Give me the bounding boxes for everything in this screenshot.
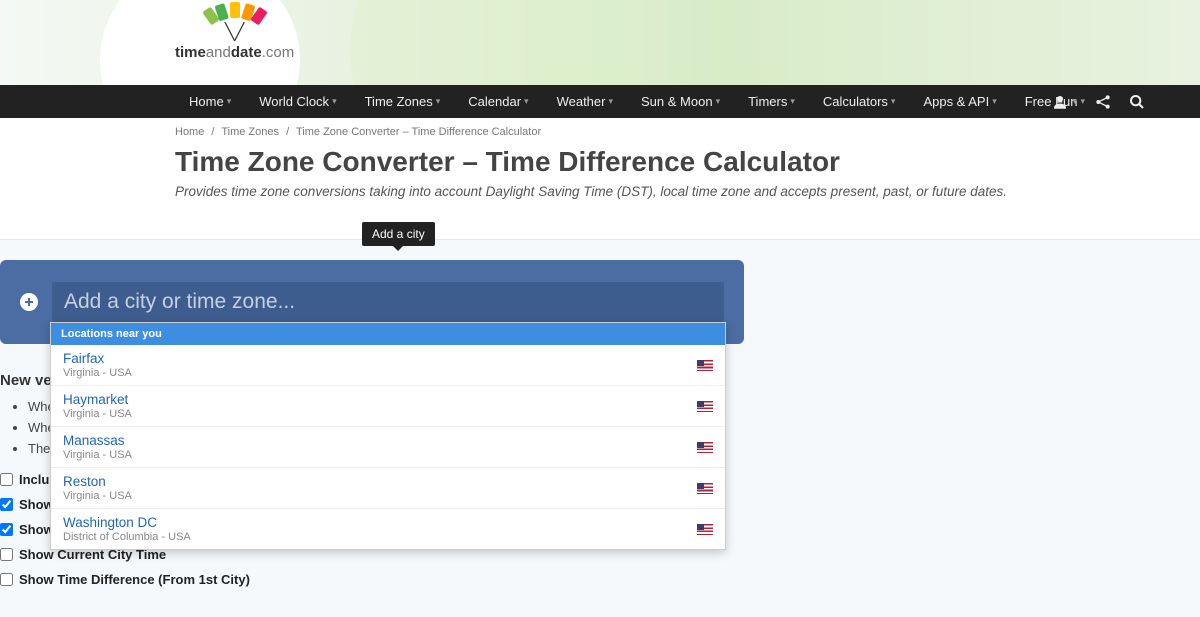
logo-clock-icon: ╲╱ xyxy=(175,22,294,42)
share-icon[interactable] xyxy=(1095,94,1111,110)
nav-home[interactable]: Home▾ xyxy=(175,85,245,118)
checkbox-show2[interactable] xyxy=(0,523,13,536)
location-dropdown: Locations near you Fairfax Virginia - US… xyxy=(50,322,726,550)
dropdown-item[interactable]: Haymarket Virginia - USA xyxy=(51,386,725,427)
chevron-down-icon: ▾ xyxy=(332,96,337,107)
nav-time-zones[interactable]: Time Zones▾ xyxy=(351,85,455,118)
nav-sun-moon[interactable]: Sun & Moon▾ xyxy=(627,85,734,118)
add-city-button[interactable] xyxy=(20,293,38,311)
chevron-down-icon: ▾ xyxy=(992,96,997,107)
chevron-down-icon: ▾ xyxy=(608,96,613,107)
flag-usa-icon xyxy=(697,524,713,535)
chevron-down-icon: ▾ xyxy=(891,96,896,107)
dropdown-city: Reston xyxy=(63,474,132,489)
checkbox-time-difference[interactable] xyxy=(0,573,13,586)
dropdown-item[interactable]: Washington DC District of Columbia - USA xyxy=(51,509,725,549)
dropdown-city: Fairfax xyxy=(63,351,132,366)
chevron-down-icon: ▾ xyxy=(1072,96,1077,107)
converter-panel: Locations near you Fairfax Virginia - US… xyxy=(0,260,744,344)
search-icon[interactable] xyxy=(1129,94,1145,110)
chevron-down-icon: ▾ xyxy=(790,96,795,107)
logo-text: timeanddate.com xyxy=(175,44,294,61)
chevron-down-icon: ▾ xyxy=(227,96,232,107)
checkbox-current-city-time[interactable] xyxy=(0,548,13,561)
dropdown-item[interactable]: Fairfax Virginia - USA xyxy=(51,345,725,386)
add-city-tooltip: Add a city xyxy=(362,222,435,246)
checkbox-label[interactable]: Inclu xyxy=(19,472,49,487)
checkbox-include[interactable] xyxy=(0,473,13,486)
nav-calculators[interactable]: Calculators▾ xyxy=(809,85,910,118)
nav-timers[interactable]: Timers▾ xyxy=(734,85,809,118)
nav-world-clock[interactable]: World Clock▾ xyxy=(245,85,350,118)
checkbox-label[interactable]: Show Time Difference (From 1st City) xyxy=(19,572,250,587)
flag-usa-icon xyxy=(697,401,713,412)
flag-usa-icon xyxy=(697,360,713,371)
checkbox-show1[interactable] xyxy=(0,498,13,511)
flag-usa-icon xyxy=(697,483,713,494)
dropdown-region: Virginia - USA xyxy=(63,490,132,502)
nav-calendar[interactable]: Calendar▾ xyxy=(454,85,542,118)
header-banner: ╲╱ timeanddate.com xyxy=(0,0,1200,85)
dropdown-region: Virginia - USA xyxy=(63,367,132,379)
main-nav: Home▾ World Clock▾ Time Zones▾ Calendar▾… xyxy=(0,85,1200,118)
site-logo[interactable]: ╲╱ timeanddate.com xyxy=(175,8,294,61)
dropdown-region: Virginia - USA xyxy=(63,449,132,461)
checkbox-label[interactable]: Show xyxy=(19,522,54,537)
breadcrumb-home[interactable]: Home xyxy=(175,126,204,138)
page-subtitle: Provides time zone conversions taking in… xyxy=(175,184,1025,199)
nav-weather[interactable]: Weather▾ xyxy=(543,85,627,118)
dropdown-city: Manassas xyxy=(63,433,132,448)
dropdown-region: Virginia - USA xyxy=(63,408,132,420)
account-icon[interactable]: ▾ xyxy=(1051,93,1077,111)
city-search-input[interactable] xyxy=(52,282,724,322)
breadcrumb-timezones[interactable]: Time Zones xyxy=(221,126,279,138)
page-title: Time Zone Converter – Time Difference Ca… xyxy=(175,146,1025,178)
chevron-down-icon: ▾ xyxy=(524,96,529,107)
breadcrumb: Home / Time Zones / Time Zone Converter … xyxy=(0,118,1200,146)
flag-usa-icon xyxy=(697,442,713,453)
dropdown-city: Haymarket xyxy=(63,392,132,407)
dropdown-item[interactable]: Reston Virginia - USA xyxy=(51,468,725,509)
checkbox-label[interactable]: Show xyxy=(19,497,54,512)
nav-apps-api[interactable]: Apps & API▾ xyxy=(909,85,1010,118)
chevron-down-icon: ▾ xyxy=(436,96,441,107)
dropdown-region: District of Columbia - USA xyxy=(63,531,191,543)
chevron-down-icon: ▾ xyxy=(716,96,721,107)
breadcrumb-current: Time Zone Converter – Time Difference Ca… xyxy=(296,126,541,138)
dropdown-item[interactable]: Manassas Virginia - USA xyxy=(51,427,725,468)
dropdown-header: Locations near you xyxy=(51,323,725,345)
dropdown-city: Washington DC xyxy=(63,515,191,530)
